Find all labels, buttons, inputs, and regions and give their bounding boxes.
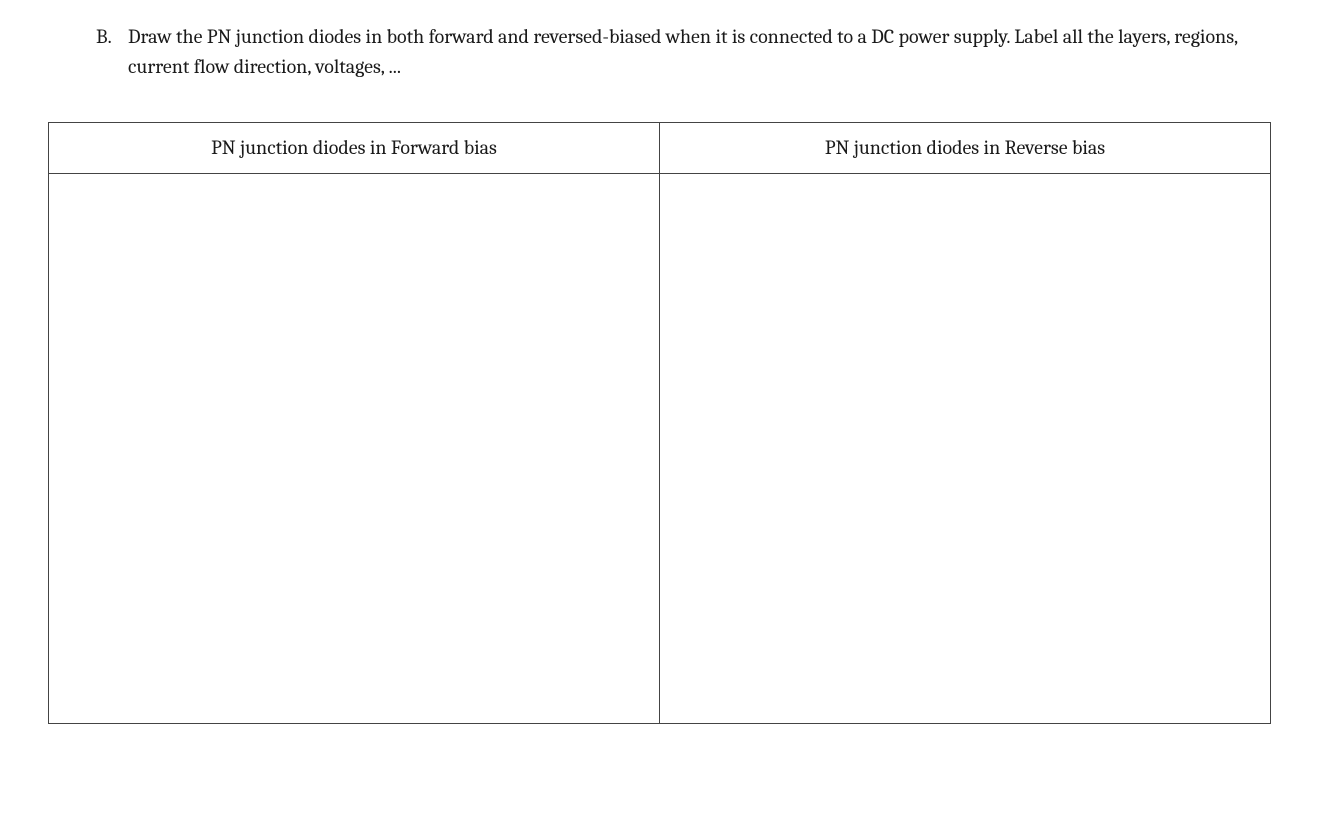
table-header-row: PN junction diodes in Forward bias PN ju… [49, 123, 1271, 174]
table-header-reverse-bias: PN junction diodes in Reverse bias [660, 123, 1271, 174]
question-block: B. Draw the PN junction diodes in both f… [48, 22, 1271, 82]
table-cell-forward-bias [49, 174, 660, 724]
question-marker: B. [96, 22, 128, 82]
table-header-forward-bias: PN junction diodes in Forward bias [49, 123, 660, 174]
table-cell-reverse-bias [660, 174, 1271, 724]
question-text: Draw the PN junction diodes in both forw… [128, 22, 1271, 82]
answer-table: PN junction diodes in Forward bias PN ju… [48, 122, 1271, 724]
table-body-row [49, 174, 1271, 724]
